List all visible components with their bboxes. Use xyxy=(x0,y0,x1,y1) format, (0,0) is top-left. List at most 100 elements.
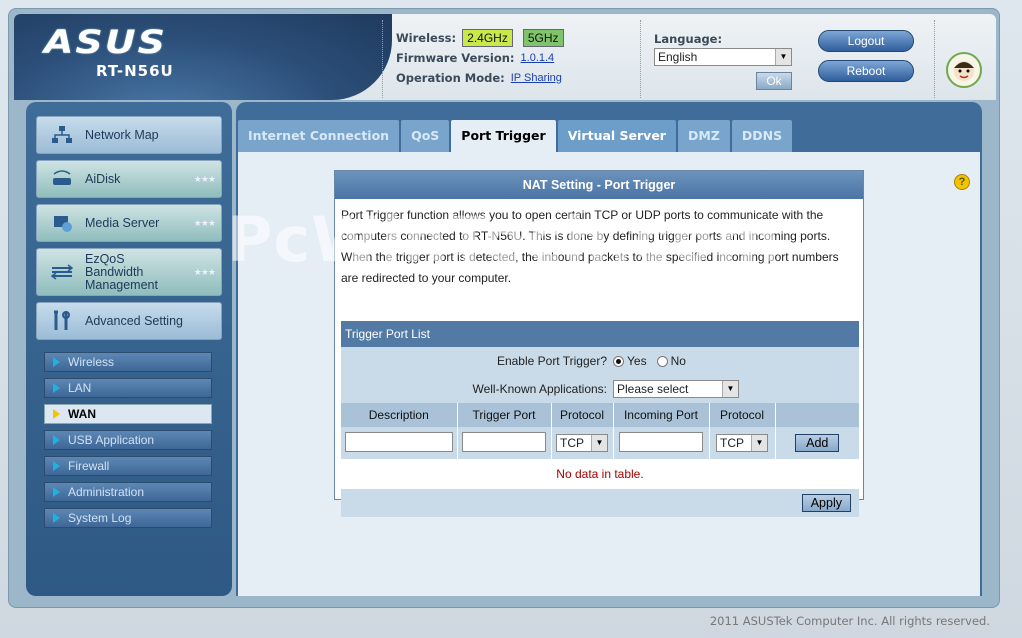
trigger-port-cell xyxy=(457,427,552,459)
sidebar-item-ezqos[interactable]: EzQoS Bandwidth Management ★★★ xyxy=(36,248,222,296)
network-icon xyxy=(49,124,75,146)
tab-virtual-server[interactable]: Virtual Server xyxy=(557,120,676,152)
opmode-link[interactable]: IP Sharing xyxy=(511,72,562,84)
apply-row: Apply xyxy=(341,489,859,517)
port-trigger-panel: NAT Setting - Port Trigger Port Trigger … xyxy=(227,170,864,517)
incoming-port-input[interactable] xyxy=(619,431,703,452)
arrow-icon xyxy=(53,513,60,523)
apply-button[interactable]: Apply xyxy=(801,494,851,512)
trigger-port-list-heading: Trigger Port List xyxy=(341,321,859,347)
well-known-apps-select[interactable]: Please select ▼ xyxy=(613,380,739,398)
band-24ghz-badge[interactable]: 2.4GHz xyxy=(462,29,513,47)
help-icon[interactable]: ? xyxy=(954,174,970,190)
submenu-item-label: Wireless xyxy=(68,355,115,369)
sidebar-item-label: AiDisk xyxy=(85,172,121,186)
add-button[interactable]: Add xyxy=(795,434,840,452)
column-header-description: Description xyxy=(341,403,458,427)
submenu-item-wan[interactable]: WAN xyxy=(44,404,212,424)
sidebar-item-advanced-setting[interactable]: Advanced Setting xyxy=(36,302,222,340)
empty-table-message: No data in table. xyxy=(341,459,859,489)
band-5ghz-badge[interactable]: 5GHz xyxy=(522,29,564,47)
sidebar: Network Map AiDisk ★★★ Media Server ★★★ … xyxy=(26,102,232,596)
add-cell: Add xyxy=(775,427,859,459)
content-area: ? NAT Setting - Port Trigger Port Trigge… xyxy=(227,152,980,596)
media-icon xyxy=(49,212,75,234)
sidebar-item-aidisk[interactable]: AiDisk ★★★ xyxy=(36,160,222,198)
description-input[interactable] xyxy=(344,431,453,452)
column-header-trigger-port: Trigger Port xyxy=(457,403,552,427)
main-panel: Internet Connection QoS Port Trigger Vir… xyxy=(227,102,982,596)
divider xyxy=(934,20,935,98)
copyright-footer: 2011 ASUSTek Computer Inc. All rights re… xyxy=(709,614,990,628)
enable-no-radio[interactable] xyxy=(656,356,668,368)
trigger-port-input[interactable] xyxy=(462,431,546,452)
incoming-protocol-select[interactable]: TCP ▼ xyxy=(716,434,768,452)
submenu-item-usb-application[interactable]: USB Application xyxy=(44,430,212,450)
language-label: Language: xyxy=(654,32,723,46)
firmware-link[interactable]: 1.0.1.4 xyxy=(521,52,555,64)
column-header-protocol: Protocol xyxy=(551,403,614,427)
description-cell xyxy=(341,427,458,459)
divider xyxy=(382,20,383,98)
enable-port-trigger-label: Enable Port Trigger? xyxy=(496,354,607,368)
tab-dmz[interactable]: DMZ xyxy=(677,120,730,152)
sidebar-item-label: Network Map xyxy=(85,128,159,142)
chevron-down-icon: ▼ xyxy=(775,49,791,65)
sidebar-item-label: EzQoS Bandwidth Management xyxy=(85,251,158,292)
apps-placeholder: Please select xyxy=(617,382,689,396)
language-select[interactable]: English ▼ xyxy=(654,48,792,66)
submenu-item-label: System Log xyxy=(68,511,132,525)
tab-bar: Internet Connection QoS Port Trigger Vir… xyxy=(238,120,794,152)
incoming-port-cell xyxy=(613,427,710,459)
column-header-incoming-port: Incoming Port xyxy=(613,403,710,427)
submenu-item-label: USB Application xyxy=(68,433,155,447)
model-name: RT-N56U xyxy=(96,62,174,80)
avatar xyxy=(946,52,982,88)
trigger-protocol-select[interactable]: TCP ▼ xyxy=(556,434,608,452)
arrow-icon xyxy=(53,461,60,471)
asus-logo: ASUS xyxy=(44,23,168,61)
trigger-port-table: Trigger Port List Enable Port Trigger? Y… xyxy=(341,321,859,517)
submenu-item-lan[interactable]: LAN xyxy=(44,378,212,398)
submenu-item-label: Firewall xyxy=(68,459,110,473)
incoming-protocol-cell: TCP ▼ xyxy=(709,427,776,459)
wireless-label: Wireless: xyxy=(396,31,457,45)
logo-area: ASUS RT-N56U xyxy=(14,14,392,100)
tab-port-trigger[interactable]: Port Trigger xyxy=(451,120,556,152)
tab-ddns[interactable]: DDNS xyxy=(731,120,793,152)
reboot-button[interactable]: Reboot xyxy=(818,60,914,82)
sidebar-item-network-map[interactable]: Network Map xyxy=(36,116,222,154)
tab-qos[interactable]: QoS xyxy=(401,120,450,152)
submenu-item-system-log[interactable]: System Log xyxy=(44,508,212,528)
enable-yes-radio[interactable] xyxy=(613,356,624,368)
arrow-icon xyxy=(53,487,60,497)
sidebar-item-media-server[interactable]: Media Server ★★★ xyxy=(36,204,222,242)
divider xyxy=(640,20,641,98)
stars-icon: ★★★ xyxy=(193,266,216,277)
logout-button[interactable]: Logout xyxy=(818,30,914,52)
firmware-label: Firmware Version: xyxy=(396,51,515,65)
well-known-apps-cell: Please select ▼ xyxy=(613,375,859,403)
arrow-icon xyxy=(53,409,60,419)
chevron-down-icon: ▼ xyxy=(591,435,607,451)
status-area: Wireless: 2.4GHz 5GHz Firmware Version: … xyxy=(396,28,574,88)
yes-label: Yes xyxy=(627,354,647,368)
submenu-item-wireless[interactable]: Wireless xyxy=(44,352,212,372)
arrow-icon xyxy=(53,357,60,367)
well-known-apps-label: Well-Known Applications: xyxy=(472,382,607,396)
chevron-down-icon: ▼ xyxy=(751,435,767,451)
panel-title: NAT Setting - Port Trigger xyxy=(335,171,863,199)
language-area: Language: English ▼ xyxy=(654,32,792,66)
submenu-item-administration[interactable]: Administration xyxy=(44,482,212,502)
trigger-protocol-cell: TCP ▼ xyxy=(551,427,614,459)
tab-internet-connection[interactable]: Internet Connection xyxy=(238,120,400,152)
opmode-label: Operation Mode: xyxy=(396,71,505,85)
column-header-action xyxy=(775,403,859,427)
arrow-icon xyxy=(53,383,60,393)
sidebar-item-label: Advanced Setting xyxy=(85,314,183,328)
tools-icon xyxy=(49,310,75,332)
submenu-item-firewall[interactable]: Firewall xyxy=(44,456,212,476)
language-ok-button[interactable]: Ok xyxy=(756,72,792,90)
submenu-item-label: LAN xyxy=(68,381,92,395)
column-header-protocol: Protocol xyxy=(709,403,776,427)
